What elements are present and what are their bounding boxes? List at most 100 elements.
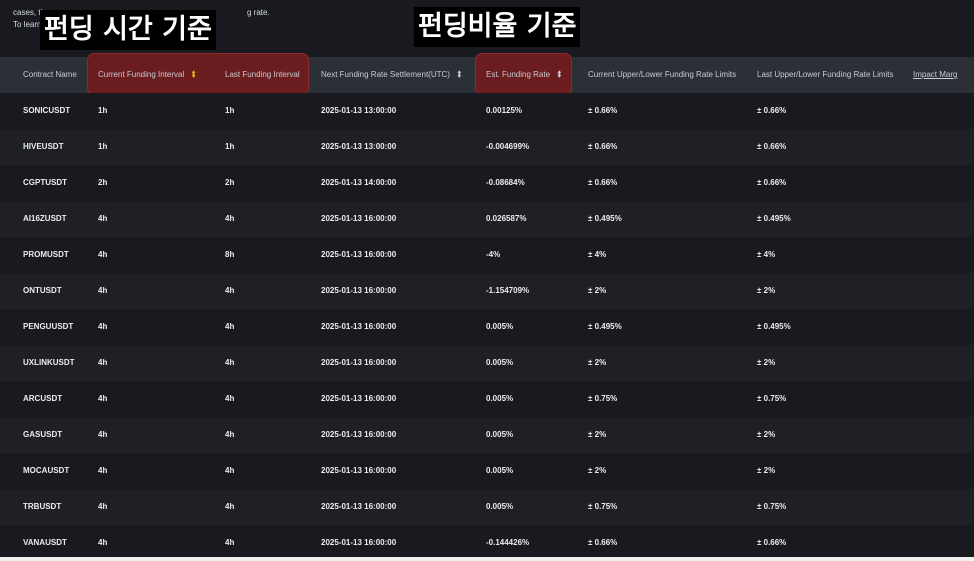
header-last-limits: Last Upper/Lower Funding Rate Limits	[757, 70, 894, 79]
cell-contract-name: HIVEUSDT	[23, 142, 64, 151]
cell-est-funding-rate: -0.08684%	[486, 178, 525, 187]
cell-current-interval: 4h	[98, 322, 108, 331]
table-row[interactable]: VANAUSDT 4h 4h 2025-01-13 16:00:00 -0.144426…	[0, 525, 974, 557]
cell-next-settlement: 2025-01-13 16:00:00	[321, 502, 397, 511]
cell-current-interval: 1h	[98, 142, 108, 151]
table-row[interactable]: PROMUSDT 4h 8h 2025-01-13 16:00:00 -4% ± 4% ± …	[0, 237, 974, 273]
cell-est-funding-rate: 0.005%	[486, 466, 514, 475]
cell-last-limits: ± 2%	[757, 358, 776, 367]
sort-updown-icon[interactable]: ⬍	[456, 53, 463, 96]
table-row[interactable]: AI16ZUSDT 4h 4h 2025-01-13 16:00:00 0.026587…	[0, 201, 974, 237]
table-row[interactable]: ONTUSDT 4h 4h 2025-01-13 16:00:00 -1.154709%…	[0, 273, 974, 309]
table-row[interactable]: SONICUSDT 1h 1h 2025-01-13 13:00:00 0.00125%…	[0, 93, 974, 129]
funding-rate-label: 펀딩비율 기준	[414, 7, 581, 47]
cell-current-interval: 4h	[98, 250, 108, 259]
cell-last-limits: ± 0.75%	[757, 502, 787, 511]
header-est-funding-rate[interactable]: Est. Funding Rate ⬍	[486, 57, 563, 93]
cell-last-interval: 4h	[225, 466, 235, 475]
cell-current-limits: ± 0.495%	[588, 322, 622, 331]
cell-last-limits: ± 2%	[757, 430, 776, 439]
cell-next-settlement: 2025-01-13 14:00:00	[321, 178, 397, 187]
cell-last-interval: 4h	[225, 322, 235, 331]
cell-next-settlement: 2025-01-13 16:00:00	[321, 394, 397, 403]
sort-updown-icon[interactable]: ⬍	[190, 53, 197, 96]
cell-last-limits: ± 0.495%	[757, 214, 791, 223]
cell-est-funding-rate: 0.005%	[486, 322, 514, 331]
cell-last-limits: ± 0.66%	[757, 142, 787, 151]
header-current-funding-interval[interactable]: Current Funding Interval ⬍	[98, 57, 197, 93]
cell-last-interval: 4h	[225, 538, 235, 547]
header-impact-margin-link[interactable]: Impact Marg	[913, 57, 957, 93]
cell-last-limits: ± 0.75%	[757, 394, 787, 403]
cell-next-settlement: 2025-01-13 13:00:00	[321, 142, 397, 151]
cell-current-limits: ± 0.495%	[588, 214, 622, 223]
table-body: SONICUSDT 1h 1h 2025-01-13 13:00:00 0.00125%…	[0, 93, 974, 557]
cell-last-limits: ± 2%	[757, 286, 776, 295]
cell-last-limits: ± 0.66%	[757, 538, 787, 547]
cell-contract-name: PENGUUSDT	[23, 322, 74, 331]
cell-current-limits: ± 2%	[588, 430, 607, 439]
cell-last-interval: 2h	[225, 178, 235, 187]
table-row[interactable]: GASUSDT 4h 4h 2025-01-13 16:00:00 0.005% ± 2%…	[0, 417, 974, 453]
cell-next-settlement: 2025-01-13 16:00:00	[321, 358, 397, 367]
cell-last-limits: ± 2%	[757, 466, 776, 475]
cell-next-settlement: 2025-01-13 16:00:00	[321, 538, 397, 547]
cell-current-interval: 2h	[98, 178, 108, 187]
cell-est-funding-rate: -4%	[486, 250, 501, 259]
header-current-limits: Current Upper/Lower Funding Rate Limits	[588, 70, 737, 79]
cell-contract-name: MOCAUSDT	[23, 466, 70, 475]
cell-contract-name: AI16ZUSDT	[23, 214, 67, 223]
cell-last-interval: 1h	[225, 106, 235, 115]
cell-current-interval: 4h	[98, 538, 108, 547]
cell-current-limits: ± 0.66%	[588, 142, 618, 151]
cell-current-limits: ± 0.75%	[588, 394, 618, 403]
cell-contract-name: ONTUSDT	[23, 286, 62, 295]
cell-next-settlement: 2025-01-13 16:00:00	[321, 430, 397, 439]
cell-last-interval: 4h	[225, 430, 235, 439]
table-row[interactable]: MOCAUSDT 4h 4h 2025-01-13 16:00:00 0.005% ± 2…	[0, 453, 974, 489]
cell-current-interval: 4h	[98, 502, 108, 511]
cell-contract-name: VANAUSDT	[23, 538, 67, 547]
table-row[interactable]: HIVEUSDT 1h 1h 2025-01-13 13:00:00 -0.004699…	[0, 129, 974, 165]
cell-last-interval: 1h	[225, 142, 235, 151]
cell-contract-name: UXLINKUSDT	[23, 358, 75, 367]
table-row[interactable]: UXLINKUSDT 4h 4h 2025-01-13 16:00:00 0.005% ±…	[0, 345, 974, 381]
cell-est-funding-rate: 0.00125%	[486, 106, 523, 115]
cell-current-limits: ± 2%	[588, 358, 607, 367]
cell-current-interval: 4h	[98, 358, 108, 367]
funding-rate-table: Contract Name Current Funding Interval ⬍ …	[0, 53, 974, 557]
cell-current-limits: ± 2%	[588, 286, 607, 295]
cell-contract-name: ARCUSDT	[23, 394, 63, 403]
cell-last-interval: 4h	[225, 394, 235, 403]
funding-time-label: 펀딩 시간 기준	[40, 10, 216, 50]
cell-est-funding-rate: 0.026587%	[486, 214, 527, 223]
cell-current-limits: ± 0.66%	[588, 538, 618, 547]
cell-contract-name: SONICUSDT	[23, 106, 71, 115]
cell-est-funding-rate: 0.005%	[486, 394, 514, 403]
table-row[interactable]: CGPTUSDT 2h 2h 2025-01-13 14:00:00 -0.08684%…	[0, 165, 974, 201]
cell-current-limits: ± 4%	[588, 250, 607, 259]
cell-last-interval: 4h	[225, 214, 235, 223]
sort-updown-icon[interactable]: ⬍	[556, 53, 563, 96]
cell-last-limits: ± 0.66%	[757, 178, 787, 187]
table-header: Contract Name Current Funding Interval ⬍ …	[0, 53, 974, 95]
table-row[interactable]: ARCUSDT 4h 4h 2025-01-13 16:00:00 0.005% ± 0.…	[0, 381, 974, 417]
header-next-funding-settlement[interactable]: Next Funding Rate Settlement(UTC) ⬍	[321, 57, 463, 93]
cell-current-interval: 1h	[98, 106, 108, 115]
table-row[interactable]: PENGUUSDT 4h 4h 2025-01-13 16:00:00 0.005% ± …	[0, 309, 974, 345]
cell-last-interval: 4h	[225, 286, 235, 295]
cell-last-limits: ± 4%	[757, 250, 776, 259]
cell-current-interval: 4h	[98, 214, 108, 223]
table-row[interactable]: TRBUSDT 4h 4h 2025-01-13 16:00:00 0.005% ± 0.…	[0, 489, 974, 525]
cell-current-interval: 4h	[98, 286, 108, 295]
cell-next-settlement: 2025-01-13 16:00:00	[321, 250, 397, 259]
cell-est-funding-rate: -0.144426%	[486, 538, 530, 547]
cell-last-interval: 8h	[225, 250, 235, 259]
cell-est-funding-rate: 0.005%	[486, 358, 514, 367]
header-contract-name: Contract Name	[23, 70, 77, 79]
cell-next-settlement: 2025-01-13 16:00:00	[321, 286, 397, 295]
header-last-funding-interval: Last Funding Interval	[225, 70, 300, 79]
cell-contract-name: CGPTUSDT	[23, 178, 67, 187]
cell-est-funding-rate: -1.154709%	[486, 286, 530, 295]
cell-current-limits: ± 0.75%	[588, 502, 618, 511]
